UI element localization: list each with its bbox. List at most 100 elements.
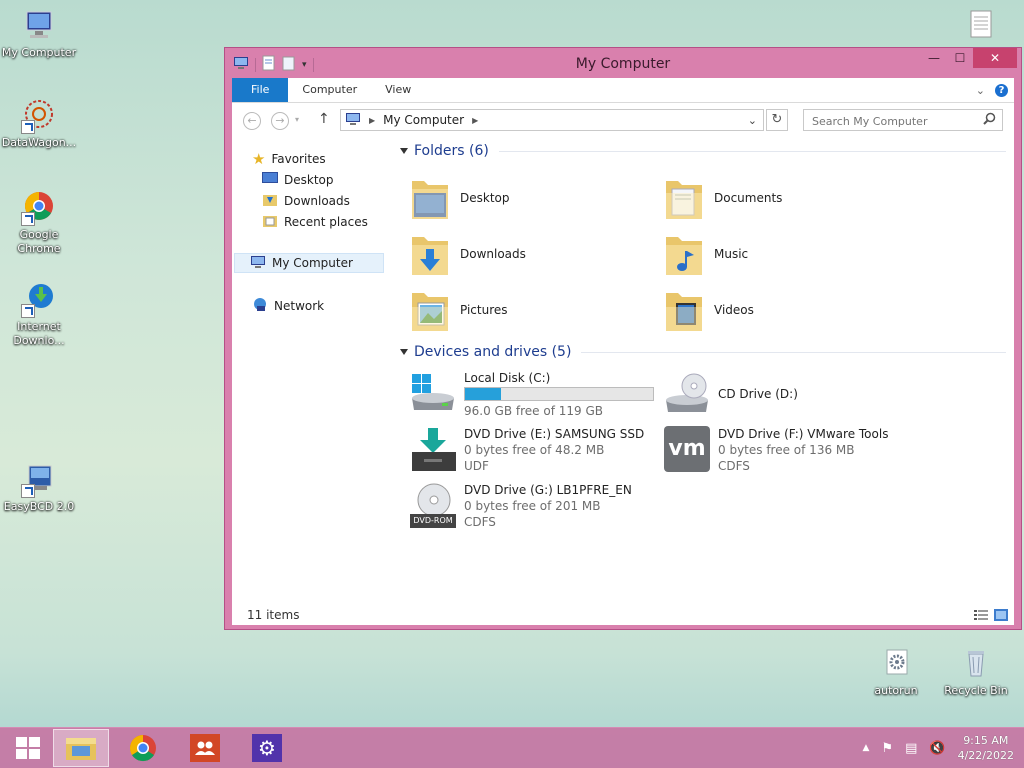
nav-my-computer[interactable]: My Computer xyxy=(234,253,384,273)
help-icon[interactable]: ? xyxy=(995,83,1008,97)
desktop-icon-google-chrome[interactable]: Google Chrome xyxy=(1,190,77,256)
recent-locations-dropdown[interactable]: ▾ xyxy=(295,115,299,124)
divider xyxy=(498,150,1006,152)
group-title: Devices and drives (5) xyxy=(414,344,572,360)
shortcut-arrow-icon xyxy=(21,304,35,318)
nav-recent-places[interactable]: Recent places xyxy=(262,213,368,231)
chrome-icon xyxy=(129,735,156,762)
download-drive-icon xyxy=(410,426,456,476)
folder-pictures[interactable]: Pictures xyxy=(410,286,640,334)
desktop-icon-internet-download[interactable]: Internet Downlo... xyxy=(1,282,77,348)
folder-desktop[interactable]: Desktop xyxy=(410,174,640,222)
drive-dvd-f[interactable]: vm DVD Drive (F:) VMware Tools 0 bytes f… xyxy=(664,426,914,476)
nav-favorites[interactable]: ★ Favorites xyxy=(252,150,326,168)
close-button[interactable]: ✕ xyxy=(973,48,1017,68)
desktop-icon-label: EasyBCD 2.0 xyxy=(3,500,75,513)
dvd-rom-icon: DVD-ROM xyxy=(410,482,456,530)
back-button[interactable]: ← xyxy=(243,112,261,130)
drive-dvd-g[interactable]: DVD-ROM DVD Drive (G:) LB1PFRE_EN 0 byte… xyxy=(410,482,660,532)
tab-file[interactable]: File xyxy=(232,78,289,102)
search-box[interactable] xyxy=(803,109,1003,131)
network-status-icon[interactable]: ▤ xyxy=(905,741,917,756)
computer-icon xyxy=(21,8,57,44)
start-button[interactable] xyxy=(0,729,56,767)
collapse-caret-icon[interactable] xyxy=(400,349,408,355)
nav-desktop[interactable]: Desktop xyxy=(262,171,334,189)
breadcrumb-my-computer[interactable]: My Computer xyxy=(383,113,464,127)
drive-free-space: 96.0 GB free of 119 GB xyxy=(464,404,603,418)
star-icon: ★ xyxy=(252,150,266,168)
computer-small-icon xyxy=(250,255,266,272)
recycle-bin-icon xyxy=(958,646,994,682)
chrome-icon xyxy=(21,190,57,226)
desktop-icon-datawagon[interactable]: DataWagon... xyxy=(1,98,77,150)
shortcut-arrow-icon xyxy=(21,120,35,134)
item-count: 11 items xyxy=(247,608,300,622)
address-dropdown-icon[interactable]: ⌄ xyxy=(748,114,757,127)
breadcrumb-arrow-icon[interactable]: ▶ xyxy=(369,116,375,125)
breadcrumb-arrow-icon[interactable]: ▶ xyxy=(472,116,478,125)
maximize-button[interactable]: ☐ xyxy=(947,48,973,68)
taskbar: ⚙ ▲ ⚑ ▤ 🔇 9:15 AM 4/22/2022 xyxy=(0,727,1024,768)
collapse-caret-icon[interactable] xyxy=(400,148,408,154)
desktop-small-icon xyxy=(262,172,278,188)
desktop-icon-label: autorun xyxy=(874,684,918,697)
nav-network[interactable]: Network xyxy=(252,297,324,315)
easybcd-icon xyxy=(21,462,57,498)
devices-group-header[interactable]: Devices and drives (5) xyxy=(400,342,1006,362)
desktop-icon-my-computer[interactable]: My Computer xyxy=(1,8,77,60)
search-icon[interactable] xyxy=(983,112,996,129)
drive-dvd-e[interactable]: DVD Drive (E:) SAMSUNG SSD 0 bytes free … xyxy=(410,426,660,476)
nav-label: Desktop xyxy=(284,173,334,187)
title-bar[interactable]: ▾ My Computer — ☐ ✕ xyxy=(225,48,1021,78)
address-bar[interactable]: ▶ My Computer ▶ ⌄ xyxy=(340,109,764,131)
desktop-icon-autorun[interactable]: autorun xyxy=(858,646,934,698)
window-controls: — ☐ ✕ xyxy=(921,48,1017,68)
details-view-icon[interactable] xyxy=(974,609,988,624)
ribbon-controls: ⌄ ? xyxy=(976,78,1014,102)
view-switcher xyxy=(974,609,1008,624)
folder-documents[interactable]: Documents xyxy=(664,174,894,222)
action-center-flag-icon[interactable]: ⚑ xyxy=(881,741,893,756)
folders-group-header[interactable]: Folders (6) xyxy=(400,141,1006,161)
drive-free-space: 0 bytes free of 136 MB xyxy=(718,443,855,457)
computer-small-icon xyxy=(345,112,361,129)
search-input[interactable] xyxy=(810,111,984,131)
refresh-button[interactable]: ↻ xyxy=(766,109,788,131)
cd-drive-icon xyxy=(664,372,710,422)
minimize-button[interactable]: — xyxy=(921,48,947,68)
drive-local-disk-c[interactable]: Local Disk (C:) 96.0 GB free of 119 GB xyxy=(410,370,660,420)
folder-videos[interactable]: Videos xyxy=(664,286,894,334)
window-title: My Computer xyxy=(575,56,671,72)
tab-view[interactable]: View xyxy=(371,78,425,102)
desktop-icon-label: Internet Downlo... xyxy=(13,320,65,347)
large-icons-view-icon[interactable] xyxy=(994,609,1008,624)
expand-ribbon-icon[interactable]: ⌄ xyxy=(976,84,985,97)
forward-button[interactable]: → xyxy=(271,112,289,130)
autorun-settings-icon xyxy=(878,646,914,682)
taskbar-settings[interactable]: ⚙ xyxy=(239,729,295,767)
desktop-icon-label: DataWagon... xyxy=(1,136,77,149)
folder-music[interactable]: Music xyxy=(664,230,894,278)
nav-downloads[interactable]: Downloads xyxy=(262,192,350,210)
vmware-icon: vm xyxy=(664,426,710,472)
drive-cd-d[interactable]: CD Drive (D:) xyxy=(664,372,914,422)
folder-label: Documents xyxy=(714,191,783,205)
folder-downloads[interactable]: Downloads xyxy=(410,230,640,278)
up-button[interactable]: ↑ xyxy=(318,111,330,127)
desktop-icon-easybcd[interactable]: EasyBCD 2.0 xyxy=(1,462,77,514)
drive-name: CD Drive (D:) xyxy=(718,387,798,401)
volume-muted-icon[interactable]: 🔇 xyxy=(929,741,945,756)
taskbar-chrome[interactable] xyxy=(115,729,171,767)
desktop-icon-recycle-bin[interactable]: Recycle Bin xyxy=(938,646,1014,698)
taskbar-file-explorer[interactable] xyxy=(53,729,109,767)
tab-computer[interactable]: Computer xyxy=(288,78,371,102)
hard-disk-windows-icon xyxy=(410,370,456,420)
show-hidden-icons-icon[interactable]: ▲ xyxy=(863,743,870,753)
taskbar-people-app[interactable] xyxy=(177,729,233,767)
drive-filesystem: CDFS xyxy=(464,515,496,529)
clock[interactable]: 9:15 AM 4/22/2022 xyxy=(958,733,1014,763)
navigation-pane: ★ Favorites Desktop Downloads Recent pla… xyxy=(232,137,390,605)
drive-name: DVD Drive (F:) VMware Tools xyxy=(718,427,889,441)
shortcut-arrow-icon xyxy=(21,212,35,226)
